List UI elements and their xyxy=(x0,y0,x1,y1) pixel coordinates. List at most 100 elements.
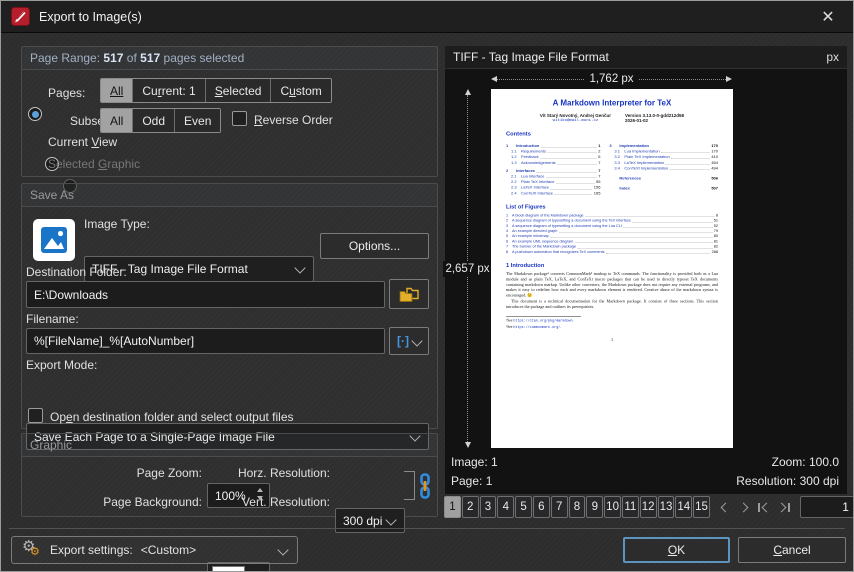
export-settings-value: <Custom> xyxy=(140,543,197,557)
graphic-group: Graphic Page Zoom: 100% Horz. Resolution… xyxy=(21,433,438,571)
ok-button[interactable]: OK xyxy=(623,537,730,563)
page-button-2[interactable]: 2 xyxy=(461,496,479,518)
ruler-right-arrow-icon xyxy=(726,76,732,82)
graphic-header: Graphic xyxy=(22,434,437,457)
subset-option-all[interactable]: All xyxy=(101,109,133,132)
pages-option-current-1[interactable]: Cu r rent: 1 xyxy=(132,79,205,102)
subset-option-odd[interactable]: Odd xyxy=(132,109,175,132)
toc-entry: References 506 xyxy=(619,176,718,181)
chevron-down-icon xyxy=(294,262,306,274)
status-resolution: Resolution: 300 dpi xyxy=(736,474,839,488)
page-button-8[interactable]: 8 xyxy=(568,496,586,518)
page-button-10[interactable]: 10 xyxy=(604,496,621,518)
export-settings-dropdown[interactable]: ⚙ ⚙ Export settings: <Custom> xyxy=(11,536,298,564)
link-resolutions-icon[interactable] xyxy=(418,473,432,499)
toc-entry: 3.4 ConTeXt Implementation 494 xyxy=(614,165,718,171)
doc-footnote: ²See https://commonmark.org/. xyxy=(506,324,562,330)
close-icon[interactable]: ✕ xyxy=(813,4,843,30)
preview-header: TIFF - Tag Image File Format px xyxy=(445,46,847,69)
page-button-7[interactable]: 7 xyxy=(550,496,568,518)
doc-authors-block: Vít Starý Novotný, Andrej Genčur witiko@… xyxy=(506,113,718,123)
ruler-down-arrow-icon xyxy=(464,442,471,448)
document-preview[interactable]: A Markdown Interpreter for TeX Vít Starý… xyxy=(491,89,733,448)
doc-date: 2026-01-02 xyxy=(625,118,649,123)
page-button-14[interactable]: 14 xyxy=(675,496,693,518)
page-button-5[interactable]: 5 xyxy=(515,496,532,518)
prev-page-button[interactable] xyxy=(715,496,734,518)
page-range-total: 517 xyxy=(140,51,161,65)
pages-option-all[interactable]: All xyxy=(101,79,133,102)
page-button-15[interactable]: 15 xyxy=(693,496,710,518)
page-navigation-bar: 1 2 3 4 5 6 7 8 9 10 11 12 13 14 15 xyxy=(444,496,853,518)
page-range-label: Page Range: xyxy=(30,51,101,65)
options-button[interactable]: Options... xyxy=(320,233,429,259)
reverse-order-checkbox[interactable] xyxy=(232,111,247,126)
doc-footnote: ¹See https://ctan.org/pkg/markdown. xyxy=(506,317,574,323)
status-zoom: Zoom: 100.0 xyxy=(771,455,839,469)
page-button-9[interactable]: 9 xyxy=(586,496,604,518)
chevron-down-icon xyxy=(411,335,423,347)
page-button-3[interactable]: 3 xyxy=(479,496,497,518)
subset-toggle-group: All Odd Even xyxy=(100,108,222,133)
browse-folder-button[interactable] xyxy=(389,279,429,309)
toc-entry: Index 507 xyxy=(619,186,718,191)
toc-entry: 2.4 ConTeXt Interface 165 xyxy=(511,190,601,196)
pages-radio[interactable] xyxy=(28,107,42,121)
preview-format-title: TIFF - Tag Image File Format xyxy=(453,50,609,64)
page-button-12[interactable]: 12 xyxy=(639,496,657,518)
macro-button[interactable]: [·] xyxy=(389,327,429,355)
destination-folder-label: Destination Folder: xyxy=(26,265,127,279)
height-ruler: 2,657 px xyxy=(443,89,492,448)
save-as-group: Save As Image Type: TIFF - Tag Image Fil… xyxy=(21,183,438,450)
page-button-11[interactable]: 11 xyxy=(621,496,639,518)
page-button-1[interactable]: 1 xyxy=(444,496,461,518)
next-page-button[interactable] xyxy=(735,496,754,518)
toc-entry: 1.3 Acknowledgements 7 xyxy=(511,160,601,165)
destination-folder-input[interactable] xyxy=(26,281,385,308)
save-as-header: Save As xyxy=(22,184,437,207)
pages-option-selected[interactable]: Selected xyxy=(204,79,271,102)
gears-icon: ⚙ ⚙ xyxy=(22,538,40,558)
open-destination-label: Open destination folder and select outpu… xyxy=(50,410,294,424)
status-image: Image: 1 xyxy=(451,455,498,469)
page-range-header: Page Range: 517 of 517 pages selected xyxy=(22,47,437,70)
doc-paragraph: The Markdown package¹ converts CommonMar… xyxy=(506,271,718,298)
horz-resolution-value: 300 dpi xyxy=(343,513,383,528)
page-button-6[interactable]: 6 xyxy=(532,496,550,518)
image-type-icon xyxy=(33,219,75,261)
subset-option-even[interactable]: Even xyxy=(174,109,221,132)
app-icon xyxy=(11,7,30,26)
doc-toc: 1 Introduction 1 1.1 Requirements 2 1.2 Feedbac… xyxy=(506,141,718,196)
reverse-order-label: Reverse Order xyxy=(254,113,333,127)
filename-input[interactable] xyxy=(26,328,385,354)
figure-entry: 8A pushdown automaton that recognizes Te… xyxy=(506,249,718,254)
status-page: Page: 1 xyxy=(451,474,493,488)
folders-icon xyxy=(399,287,419,302)
page-button-13[interactable]: 13 xyxy=(657,496,675,518)
open-destination-checkbox[interactable] xyxy=(28,408,43,423)
width-value: 1,762 px xyxy=(589,73,634,85)
last-page-button[interactable] xyxy=(775,496,794,518)
cancel-button[interactable]: Cancel xyxy=(738,537,846,563)
export-settings-label: Export settings: xyxy=(50,543,133,557)
footer-divider xyxy=(9,528,845,529)
doc-page-number: 1 xyxy=(610,336,614,342)
pages-option-custom[interactable]: Cu stom xyxy=(270,79,331,102)
page-background-swatch xyxy=(212,566,245,571)
first-page-button[interactable] xyxy=(755,496,774,518)
selected-graphic-label: Selected Graphic xyxy=(48,157,141,171)
pages-label: Pages: xyxy=(48,86,86,100)
page-number-input[interactable] xyxy=(799,496,853,518)
chevron-down-icon xyxy=(385,513,397,526)
vert-resolution-label: Vert. Resolution: xyxy=(241,495,330,509)
horz-resolution-dropdown[interactable]: 300 dpi xyxy=(335,508,405,533)
doc-figures-list: 1A block diagram of the Markdown package… xyxy=(506,213,718,255)
page-zoom-label: Page Zoom: xyxy=(136,466,202,480)
page-range-count: 517 xyxy=(103,51,124,65)
doc-title: A Markdown Interpreter for TeX xyxy=(552,99,672,108)
export-mode-label: Export Mode: xyxy=(26,358,98,372)
titlebar: Export to Image(s) ✕ xyxy=(1,1,853,33)
chevron-down-icon xyxy=(250,567,262,571)
filename-label: Filename: xyxy=(26,312,79,326)
page-button-4[interactable]: 4 xyxy=(497,496,515,518)
